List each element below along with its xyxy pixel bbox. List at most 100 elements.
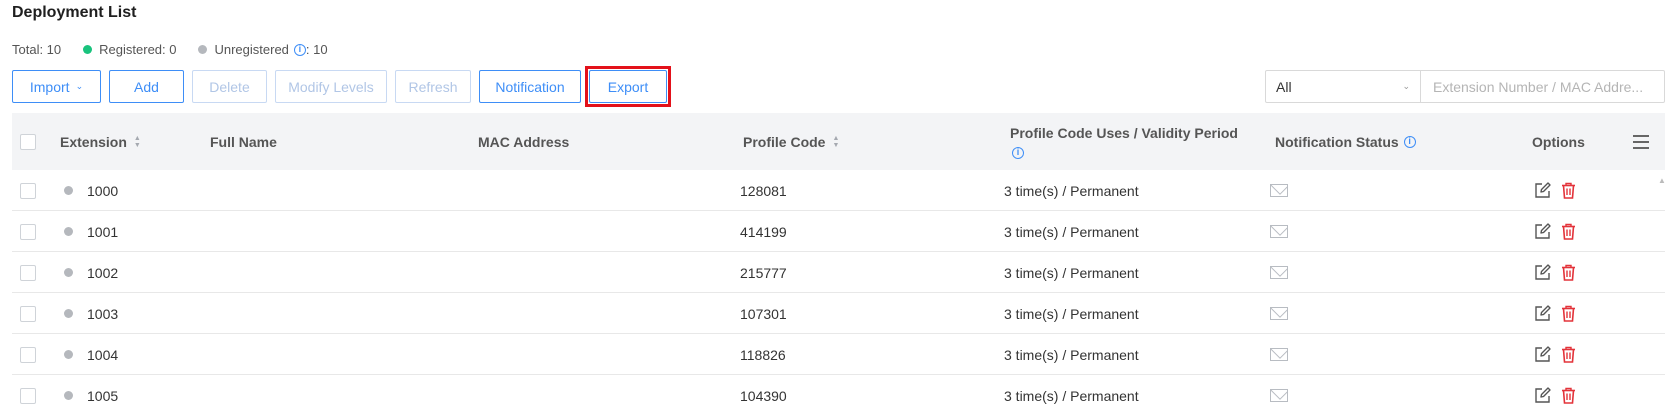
row-checkbox-cell: [20, 211, 36, 252]
filter-bar: All ⌄ Extension Number / MAC Addre...: [1265, 70, 1665, 103]
uses-validity-cell: 3 time(s) / Permanent: [1004, 346, 1139, 363]
page-title: Deployment List: [12, 4, 137, 21]
export-button-wrapper: Export: [585, 66, 675, 107]
notification-button[interactable]: Notification: [479, 70, 581, 103]
profile-code-cell: 215777: [740, 264, 787, 281]
column-options: Options: [1532, 133, 1585, 150]
row-checkbox[interactable]: [20, 305, 36, 322]
uses-validity-cell: 3 time(s) / Permanent: [1004, 264, 1139, 281]
mail-icon: [1270, 389, 1288, 402]
info-icon[interactable]: i: [1012, 146, 1024, 159]
options-cell: [1534, 252, 1576, 293]
trash-icon[interactable]: [1561, 182, 1576, 199]
column-uses-validity: Profile Code Uses / Validity Period i: [1010, 113, 1238, 170]
column-uses-validity-label: Profile Code Uses / Validity Period: [1010, 124, 1238, 141]
row-checkbox-cell: [20, 375, 36, 415]
unregistered-count: : 10: [305, 42, 328, 57]
deployment-table: Extension ▲ ▼ Full Name MAC Address Profi…: [12, 113, 1665, 415]
mail-icon: [1270, 307, 1288, 320]
row-checkbox[interactable]: [20, 223, 36, 240]
registration-summary: Total: 10 Registered: 0 Unregistered i :…: [12, 42, 328, 57]
registration-status-dot: [64, 186, 73, 195]
table-row[interactable]: 1002 215777 3 time(s) / Permanent: [12, 252, 1665, 293]
status-filter-select[interactable]: All ⌄: [1266, 71, 1421, 102]
trash-icon[interactable]: [1561, 264, 1576, 281]
profile-code-cell: 104390: [740, 387, 787, 404]
chevron-down-icon: ⌄: [1402, 81, 1410, 91]
row-checkbox[interactable]: [20, 346, 36, 363]
column-extension[interactable]: Extension ▲ ▼: [60, 113, 141, 170]
select-all-checkbox[interactable]: [20, 133, 36, 150]
row-checkbox-cell: [20, 334, 36, 375]
table-row[interactable]: 1000 128081 3 time(s) / Permanent: [12, 170, 1665, 211]
extension-number: 1001: [87, 223, 119, 240]
edit-icon[interactable]: [1534, 346, 1551, 363]
extension-cell: 1004: [64, 334, 118, 375]
column-extension-label: Extension: [60, 133, 127, 150]
notification-status-cell: [1270, 334, 1288, 375]
column-settings-menu[interactable]: [1633, 113, 1649, 170]
options-cell: [1534, 293, 1576, 334]
profile-code-cell: 118826: [740, 346, 786, 363]
search-input[interactable]: Extension Number / MAC Addre...: [1421, 71, 1664, 102]
notification-status-cell: [1270, 211, 1288, 252]
trash-icon[interactable]: [1561, 305, 1576, 322]
edit-icon[interactable]: [1534, 264, 1551, 281]
extension-cell: 1001: [64, 211, 118, 252]
trash-icon[interactable]: [1561, 346, 1576, 363]
profile-code-cell: 414199: [740, 223, 787, 240]
extension-number: 1000: [87, 182, 119, 199]
edit-icon[interactable]: [1534, 305, 1551, 322]
notification-status-cell: [1270, 375, 1288, 415]
trash-icon[interactable]: [1561, 387, 1576, 404]
column-profile-code[interactable]: Profile Code ▲ ▼: [743, 113, 839, 170]
profile-code-cell: 128081: [740, 182, 787, 199]
select-all-checkbox-cell: [20, 113, 36, 170]
table-row[interactable]: 1004 118826 3 time(s) / Permanent: [12, 334, 1665, 375]
sort-icon[interactable]: ▲ ▼: [832, 135, 839, 149]
column-full-name: Full Name: [210, 133, 277, 150]
extension-cell: 1000: [64, 170, 118, 211]
modify-levels-button[interactable]: Modify Levels: [275, 70, 387, 103]
scroll-up-arrow-icon[interactable]: ▲: [1658, 176, 1666, 185]
options-cell: [1534, 170, 1576, 211]
table-header: Extension ▲ ▼ Full Name MAC Address Profi…: [12, 113, 1665, 170]
column-mac-address: MAC Address: [478, 133, 570, 150]
uses-validity-cell: 3 time(s) / Permanent: [1004, 223, 1139, 240]
row-checkbox[interactable]: [20, 387, 36, 404]
row-checkbox[interactable]: [20, 264, 36, 281]
options-cell: [1534, 375, 1576, 415]
info-icon[interactable]: i: [293, 43, 306, 56]
row-checkbox[interactable]: [20, 182, 36, 199]
vertical-scrollbar[interactable]: ▲: [1658, 170, 1666, 415]
import-button[interactable]: Import ⌄: [12, 70, 101, 103]
export-button[interactable]: Export: [589, 70, 667, 103]
add-button[interactable]: Add: [109, 70, 184, 103]
column-notification-status-label: Notification Status: [1275, 133, 1399, 150]
edit-icon[interactable]: [1534, 387, 1551, 404]
chevron-down-icon: ⌄: [75, 81, 84, 91]
registered-status-dot: [83, 45, 93, 54]
table-row[interactable]: 1005 104390 3 time(s) / Permanent: [12, 375, 1665, 415]
total-count: Total: 10: [12, 42, 62, 57]
column-profile-code-label: Profile Code: [743, 133, 826, 150]
sort-icon[interactable]: ▲ ▼: [134, 135, 141, 149]
menu-icon[interactable]: [1633, 134, 1649, 149]
unregistered-label: Unregistered: [214, 42, 289, 57]
trash-icon[interactable]: [1561, 223, 1576, 240]
delete-button[interactable]: Delete: [192, 70, 267, 103]
uses-validity-cell: 3 time(s) / Permanent: [1004, 182, 1139, 199]
uses-validity-cell: 3 time(s) / Permanent: [1004, 387, 1139, 404]
table-row[interactable]: 1003 107301 3 time(s) / Permanent: [12, 293, 1665, 334]
uses-validity-cell: 3 time(s) / Permanent: [1004, 305, 1139, 322]
toolbar: Import ⌄ Add Delete Modify Levels Refres…: [12, 66, 675, 107]
row-checkbox-cell: [20, 252, 36, 293]
registered-count: Registered: 0: [99, 42, 177, 57]
table-row[interactable]: 1001 414199 3 time(s) / Permanent: [12, 211, 1665, 252]
edit-icon[interactable]: [1534, 182, 1551, 199]
extension-number: 1004: [87, 346, 119, 363]
info-icon[interactable]: i: [1403, 135, 1416, 148]
refresh-button[interactable]: Refresh: [395, 70, 471, 103]
edit-icon[interactable]: [1534, 223, 1551, 240]
mail-icon: [1270, 348, 1288, 361]
